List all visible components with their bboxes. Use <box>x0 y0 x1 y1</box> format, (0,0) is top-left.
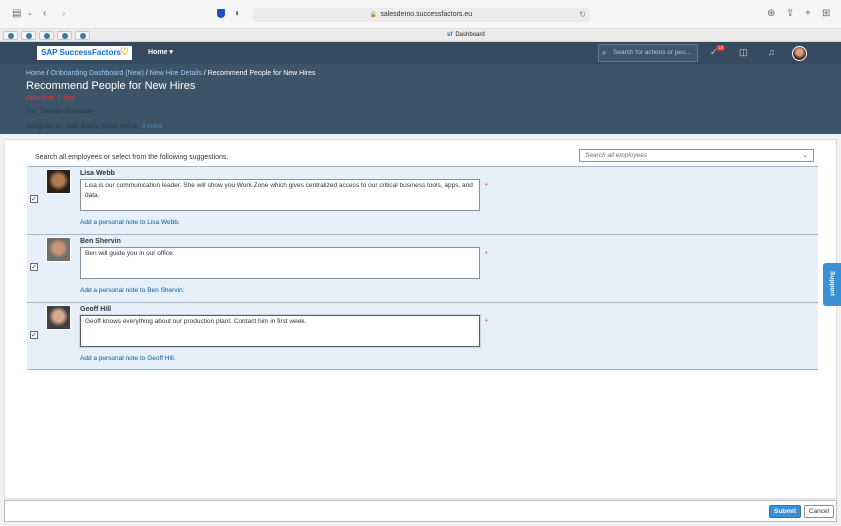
cancel-button[interactable]: Cancel <box>804 505 834 518</box>
action-search-placeholder: Search for actions or peo... <box>613 49 692 56</box>
bookmark-favicon-icon[interactable] <box>3 31 18 40</box>
back-icon[interactable]: ‹ <box>43 8 46 20</box>
new-tab-icon[interactable]: + <box>805 8 811 20</box>
address-bar[interactable]: 🔒 salesdemo.successfactors.eu ↻ <box>252 8 590 22</box>
footer-bar: Submit Cancel <box>4 500 837 522</box>
person-photo <box>46 237 71 262</box>
suggestion-row: ✓ Ben Shervin Ben will guide you in our … <box>27 234 818 302</box>
employee-search-placeholder: Search all employees <box>585 152 648 159</box>
note-textarea[interactable]: Geoff knows everything about our product… <box>80 315 480 347</box>
bell-icon[interactable]: ♫ <box>768 47 775 58</box>
chat-icon[interactable]: ◫ <box>739 47 748 58</box>
bookmark-favicon-icon[interactable] <box>75 31 90 40</box>
user-avatar[interactable] <box>792 46 807 61</box>
chevron-down-icon[interactable]: ⌄ <box>802 150 808 161</box>
url-text: salesdemo.successfactors.eu <box>380 11 473 18</box>
shell-header: SAP SuccessFactors ♡ Home ▾ ⌕ Search for… <box>0 42 841 64</box>
download-icon[interactable]: ⊕ <box>767 8 775 20</box>
sap-successfactors-logo[interactable]: SAP SuccessFactors ♡ <box>37 46 132 60</box>
notification-count-badge: 18 <box>716 45 725 51</box>
required-marker: * <box>485 251 488 258</box>
bookmark-favicon-icon[interactable] <box>57 31 72 40</box>
lock-icon: 🔒 <box>369 12 378 18</box>
breadcrumb-new-hire-details[interactable]: New Hire Details <box>150 70 202 77</box>
note-textarea[interactable]: Ben will guide you in our office. <box>80 247 480 279</box>
select-checkbox[interactable]: ✓ <box>30 331 38 339</box>
heart-icon: ♡ <box>120 47 129 58</box>
breadcrumb-current: Recommend People for New Hires <box>207 70 316 77</box>
page-title: Recommend People for New Hires <box>26 80 196 92</box>
employee-search-combobox[interactable]: Search all employees ⌄ <box>579 149 814 162</box>
select-checkbox[interactable]: ✓ <box>30 195 38 203</box>
new-hire-label: For: Thomas Schneider <box>26 108 94 115</box>
tab-overview-icon[interactable]: ⊞ <box>822 8 830 20</box>
add-personal-note-link[interactable]: Add a personal note to Lisa Webb. <box>80 218 180 227</box>
more-assignees-link[interactable]: 3 more <box>142 123 162 130</box>
logo-text: SAP SuccessFactors <box>41 48 121 57</box>
chevron-down-icon[interactable]: ⌄ <box>27 8 33 20</box>
forward-icon[interactable]: › <box>62 8 65 20</box>
successfactors-tab-icon: sf <box>447 32 453 38</box>
tab-title-text: Dashboard <box>455 32 485 38</box>
tracker-shield-icon[interactable]: ◐ <box>235 8 241 20</box>
assigned-to-text: Assigned To: Jada Baker, Adam Novak, <box>26 123 140 130</box>
browser-toolbar: ▤ ⌄ ‹ › ◐ 🔒 salesdemo.successfactors.eu ↻… <box>0 0 841 29</box>
support-tab[interactable]: Support <box>823 263 841 306</box>
person-photo <box>46 305 71 330</box>
person-name: Lisa Webb <box>80 170 115 177</box>
select-checkbox[interactable]: ✓ <box>30 263 38 271</box>
bookmarks-bar: sf Dashboard <box>0 29 841 42</box>
suggestion-row: ✓ Geoff Hill Geoff knows everything abou… <box>27 302 818 370</box>
sidebar-toggle-icon[interactable]: ▤ <box>12 8 21 20</box>
home-menu-button[interactable]: Home ▾ <box>148 47 173 58</box>
search-icon: ⌕ <box>602 48 607 57</box>
assigned-to-label: Assigned To: Jada Baker, Adam Novak, 3 mo… <box>26 122 162 131</box>
privacy-shield-icon[interactable] <box>217 9 225 18</box>
person-photo <box>46 169 71 194</box>
add-personal-note-link[interactable]: Add a personal note to Geoff Hill. <box>80 354 176 363</box>
person-name: Ben Shervin <box>80 238 121 245</box>
required-marker: * <box>485 183 488 190</box>
breadcrumb: Home / Onboarding Dashboard (New) / New … <box>26 69 316 78</box>
breadcrumb-home[interactable]: Home <box>26 70 45 77</box>
bookmark-favicon-icon[interactable] <box>39 31 54 40</box>
support-label: Support <box>828 271 836 296</box>
active-tab[interactable]: sf Dashboard <box>447 31 485 40</box>
person-name: Geoff Hill <box>80 306 112 313</box>
reload-icon[interactable]: ↻ <box>579 8 586 22</box>
note-textarea[interactable]: Lisa is our communication leader. She wi… <box>80 179 480 211</box>
share-icon[interactable]: ⇪ <box>786 8 794 20</box>
deadline-label: Deadline: 1 day <box>26 95 75 102</box>
recommend-people-panel: Search all employees or select from the … <box>4 139 837 499</box>
action-search-input[interactable]: ⌕ Search for actions or peo... <box>598 44 698 62</box>
suggestion-row: ✓ Lisa Webb Lisa is our communication le… <box>27 166 818 234</box>
submit-button[interactable]: Submit <box>769 505 801 518</box>
page-header: Home / Onboarding Dashboard (New) / New … <box>0 64 841 134</box>
required-marker: * <box>485 319 488 326</box>
bookmark-favicon-icon[interactable] <box>21 31 36 40</box>
breadcrumb-onboarding-dashboard[interactable]: Onboarding Dashboard (New) <box>51 70 144 77</box>
add-personal-note-link[interactable]: Add a personal note to Ben Shervin. <box>80 286 184 295</box>
intro-text: Search all employees or select from the … <box>35 154 229 161</box>
